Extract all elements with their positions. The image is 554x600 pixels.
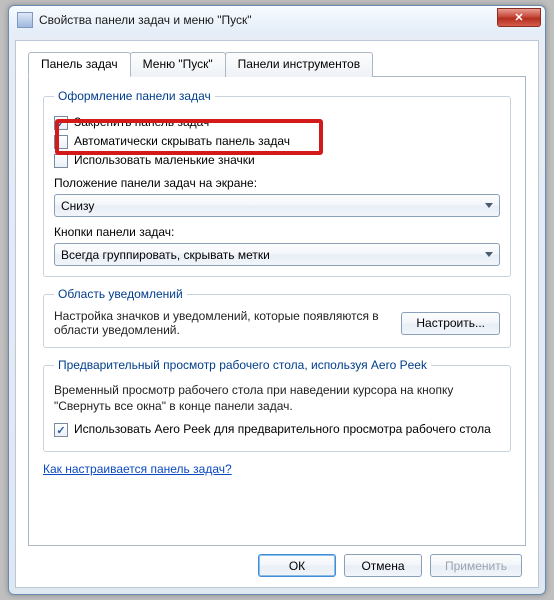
tabstrip: Панель задач Меню "Пуск" Панели инструме… [28, 52, 526, 77]
help-link-row: Как настраивается панель задач? [43, 462, 511, 476]
ok-button[interactable]: ОК [258, 554, 336, 577]
notification-desc: Настройка значков и уведомлений, которые… [54, 309, 389, 337]
window-title: Свойства панели задач и меню "Пуск" [39, 13, 497, 27]
row-small-icons: Использовать маленькие значки [54, 153, 500, 168]
titlebar: Свойства панели задач и меню "Пуск" ✕ [9, 6, 545, 34]
dialog-footer: ОК Отмена Применить [28, 546, 526, 579]
app-icon [17, 12, 33, 28]
row-notification: Настройка значков и уведомлений, которые… [54, 309, 500, 337]
group-appearance-legend: Оформление панели задач [54, 89, 215, 103]
chevron-down-icon [485, 203, 493, 208]
aero-desc: Временный просмотр рабочего стола при на… [54, 382, 500, 414]
tab-start-menu[interactable]: Меню "Пуск" [130, 52, 226, 77]
tab-body: Оформление панели задач ✓ Закрепить пане… [28, 76, 526, 546]
group-aero-peek: Предварительный просмотр рабочего стола,… [43, 358, 511, 452]
combo-position[interactable]: Снизу [54, 194, 500, 217]
group-appearance: Оформление панели задач ✓ Закрепить пане… [43, 89, 511, 277]
tab-toolbars[interactable]: Панели инструментов [225, 52, 373, 77]
chevron-down-icon [485, 252, 493, 257]
label-small-icons: Использовать маленькие значки [74, 153, 255, 167]
label-lock-taskbar: Закрепить панель задач [74, 115, 209, 129]
tab-taskbar[interactable]: Панель задач [28, 52, 131, 77]
apply-button[interactable]: Применить [430, 554, 522, 577]
close-button[interactable]: ✕ [497, 8, 541, 27]
customize-button[interactable]: Настроить... [401, 312, 500, 335]
label-autohide: Автоматически скрывать панель задач [74, 134, 290, 148]
group-aero-legend: Предварительный просмотр рабочего стола,… [54, 358, 431, 372]
label-position: Положение панели задач на экране: [54, 176, 500, 190]
checkbox-small-icons[interactable] [54, 154, 68, 168]
row-aero-peek: ✓ Использовать Aero Peek для предварител… [54, 422, 500, 437]
help-link[interactable]: Как настраивается панель задач? [43, 462, 232, 476]
checkbox-aero-peek[interactable]: ✓ [54, 423, 68, 437]
close-icon: ✕ [514, 11, 523, 24]
row-autohide: Автоматически скрывать панель задач [54, 134, 500, 149]
checkbox-autohide[interactable] [54, 135, 68, 149]
combo-buttons-value: Всегда группировать, скрывать метки [61, 248, 270, 262]
combo-position-value: Снизу [61, 199, 94, 213]
dialog-window: Свойства панели задач и меню "Пуск" ✕ Па… [8, 5, 546, 595]
combo-buttons[interactable]: Всегда группировать, скрывать метки [54, 243, 500, 266]
label-buttons: Кнопки панели задач: [54, 225, 500, 239]
client-area: Панель задач Меню "Пуск" Панели инструме… [15, 40, 539, 588]
group-notification-legend: Область уведомлений [54, 287, 187, 301]
checkbox-lock-taskbar[interactable]: ✓ [54, 116, 68, 130]
row-lock-taskbar: ✓ Закрепить панель задач [54, 115, 500, 130]
group-notification-area: Область уведомлений Настройка значков и … [43, 287, 511, 348]
cancel-button[interactable]: Отмена [344, 554, 422, 577]
label-aero-peek: Использовать Aero Peek для предварительн… [74, 422, 491, 436]
